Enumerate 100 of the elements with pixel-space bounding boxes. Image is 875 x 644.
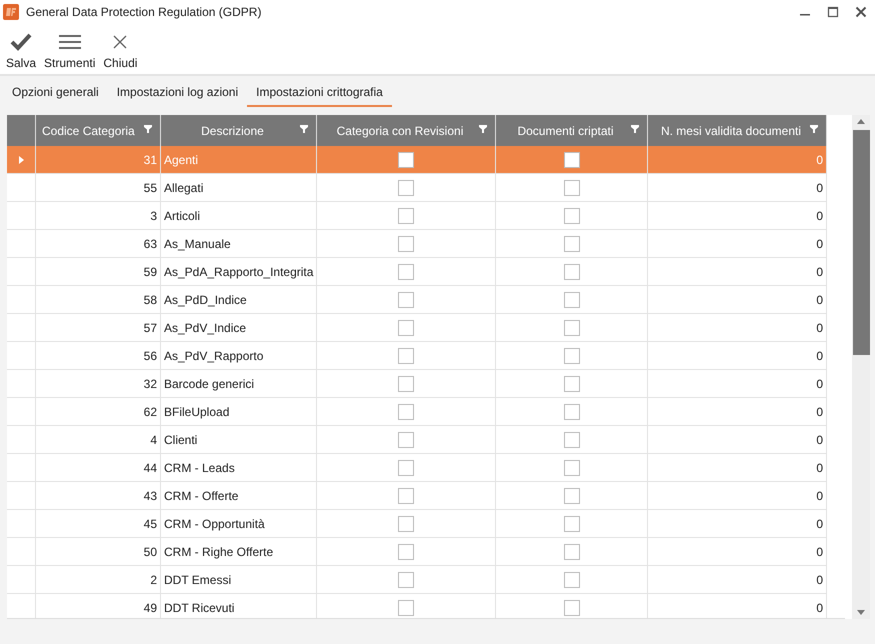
table-row[interactable]: 63 As_Manuale 0 xyxy=(7,230,826,258)
scroll-up-icon[interactable] xyxy=(857,119,866,124)
checkbox[interactable] xyxy=(398,180,414,196)
checkbox[interactable] xyxy=(398,488,414,504)
filter-icon[interactable] xyxy=(300,125,308,133)
toolbar-button[interactable]: Strumenti xyxy=(40,24,100,70)
table-cell: 32 xyxy=(36,370,160,398)
table-row[interactable]: 58 As_PdD_Indice 0 xyxy=(7,286,826,314)
checkbox[interactable] xyxy=(398,236,414,252)
table-cell: 0 xyxy=(648,174,826,202)
table-cell: 0 xyxy=(648,482,826,510)
scroll-down-icon[interactable] xyxy=(857,610,866,615)
table-cell: As_PdV_Rapporto xyxy=(160,342,316,370)
checkbox[interactable] xyxy=(398,208,414,224)
table-cell: 58 xyxy=(36,286,160,314)
table-cell: 57 xyxy=(36,314,160,342)
table-cell: CRM - Offerte xyxy=(160,482,316,510)
checkbox[interactable] xyxy=(564,236,580,252)
table-cell: 45 xyxy=(36,510,160,538)
table-cell: DDT Ricevuti xyxy=(160,594,316,618)
column-header[interactable]: Documenti criptati xyxy=(496,115,648,146)
table-cell: 0 xyxy=(648,314,826,342)
table-cell: 0 xyxy=(648,538,826,566)
checkbox[interactable] xyxy=(564,292,580,308)
table-cell: 0 xyxy=(648,258,826,286)
toolbar-button[interactable]: Chiudi xyxy=(99,24,142,70)
table-cell: 63 xyxy=(36,230,160,258)
close-icon xyxy=(113,35,128,49)
checkbox[interactable] xyxy=(564,320,580,336)
table-row[interactable]: 43 CRM - Offerte 0 xyxy=(7,482,826,510)
checkbox[interactable] xyxy=(564,348,580,364)
table-row[interactable]: 55 Allegati 0 xyxy=(7,174,826,202)
table-row[interactable]: 4 Clienti 0 xyxy=(7,426,826,454)
tab[interactable]: Impostazioni log azioni xyxy=(108,80,248,105)
checkbox[interactable] xyxy=(564,432,580,448)
filter-icon[interactable] xyxy=(479,125,487,133)
table-cell: 59 xyxy=(36,258,160,286)
table-cell: 0 xyxy=(648,398,826,426)
checkbox[interactable] xyxy=(398,544,414,560)
filter-icon[interactable] xyxy=(810,125,818,133)
checkbox[interactable] xyxy=(398,404,414,420)
checkbox[interactable] xyxy=(398,460,414,476)
column-header[interactable]: Descrizione xyxy=(160,115,316,146)
checkbox[interactable] xyxy=(564,460,580,476)
tab[interactable]: Impostazioni crittografia xyxy=(247,80,392,107)
checkbox[interactable] xyxy=(398,348,414,364)
close-icon[interactable] xyxy=(855,6,867,18)
checkbox[interactable] xyxy=(564,208,580,224)
vertical-scrollbar[interactable] xyxy=(852,115,870,619)
table-row[interactable]: 49 DDT Ricevuti 0 xyxy=(7,594,826,618)
table-row[interactable]: 50 CRM - Righe Offerte 0 xyxy=(7,538,826,566)
checkbox[interactable] xyxy=(564,516,580,532)
checkbox[interactable] xyxy=(398,516,414,532)
table-cell: 0 xyxy=(648,146,826,174)
checkbox[interactable] xyxy=(564,376,580,392)
table-row[interactable]: 44 CRM - Leads 0 xyxy=(7,454,826,482)
table-row[interactable]: 2 DDT Emessi 0 xyxy=(7,566,826,594)
table-row[interactable]: 45 CRM - Opportunità 0 xyxy=(7,510,826,538)
column-header[interactable]: N. mesi validita documenti xyxy=(648,115,826,146)
checkbox[interactable] xyxy=(564,488,580,504)
checkbox[interactable] xyxy=(398,320,414,336)
table-cell: CRM - Opportunità xyxy=(160,510,316,538)
table-row[interactable]: 57 As_PdV_Indice 0 xyxy=(7,314,826,342)
checkbox[interactable] xyxy=(398,600,414,616)
table-row[interactable]: 3 Articoli 0 xyxy=(7,202,826,230)
column-header[interactable]: Categoria con Revisioni xyxy=(316,115,496,146)
table-cell: 55 xyxy=(36,174,160,202)
filter-icon[interactable] xyxy=(631,125,639,133)
table-cell: Barcode generici xyxy=(160,370,316,398)
table-cell: Agenti xyxy=(160,146,316,174)
checkbox[interactable] xyxy=(564,572,580,588)
checkbox[interactable] xyxy=(564,544,580,560)
checkbox[interactable] xyxy=(564,264,580,280)
table-cell: 50 xyxy=(36,538,160,566)
table-row[interactable]: 59 As_PdA_Rapporto_Integrita 0 xyxy=(7,258,826,286)
checkbox[interactable] xyxy=(398,432,414,448)
table-row[interactable]: 32 Barcode generici 0 xyxy=(7,370,826,398)
filter-icon[interactable] xyxy=(144,125,152,133)
checkbox[interactable] xyxy=(398,572,414,588)
checkbox[interactable] xyxy=(564,404,580,420)
table-cell: Articoli xyxy=(160,202,316,230)
checkmark-icon xyxy=(10,33,32,51)
app-logo-icon xyxy=(3,4,19,20)
column-header[interactable]: Codice Categoria xyxy=(36,115,160,146)
checkbox[interactable] xyxy=(564,180,580,196)
checkbox[interactable] xyxy=(564,600,580,616)
scrollbar-thumb[interactable] xyxy=(852,130,870,355)
checkbox[interactable] xyxy=(398,264,414,280)
toolbar-button[interactable]: Salva xyxy=(2,24,40,70)
tab[interactable]: Opzioni generali xyxy=(3,80,108,105)
table-cell: 43 xyxy=(36,482,160,510)
checkbox[interactable] xyxy=(398,152,414,168)
maximize-icon[interactable] xyxy=(827,6,839,18)
checkbox[interactable] xyxy=(398,292,414,308)
checkbox[interactable] xyxy=(564,152,580,168)
table-row[interactable]: 62 BFileUpload 0 xyxy=(7,398,826,426)
table-cell: 56 xyxy=(36,342,160,370)
checkbox[interactable] xyxy=(398,376,414,392)
table-row[interactable]: 56 As_PdV_Rapporto 0 xyxy=(7,342,826,370)
table-cell: CRM - Leads xyxy=(160,454,316,482)
